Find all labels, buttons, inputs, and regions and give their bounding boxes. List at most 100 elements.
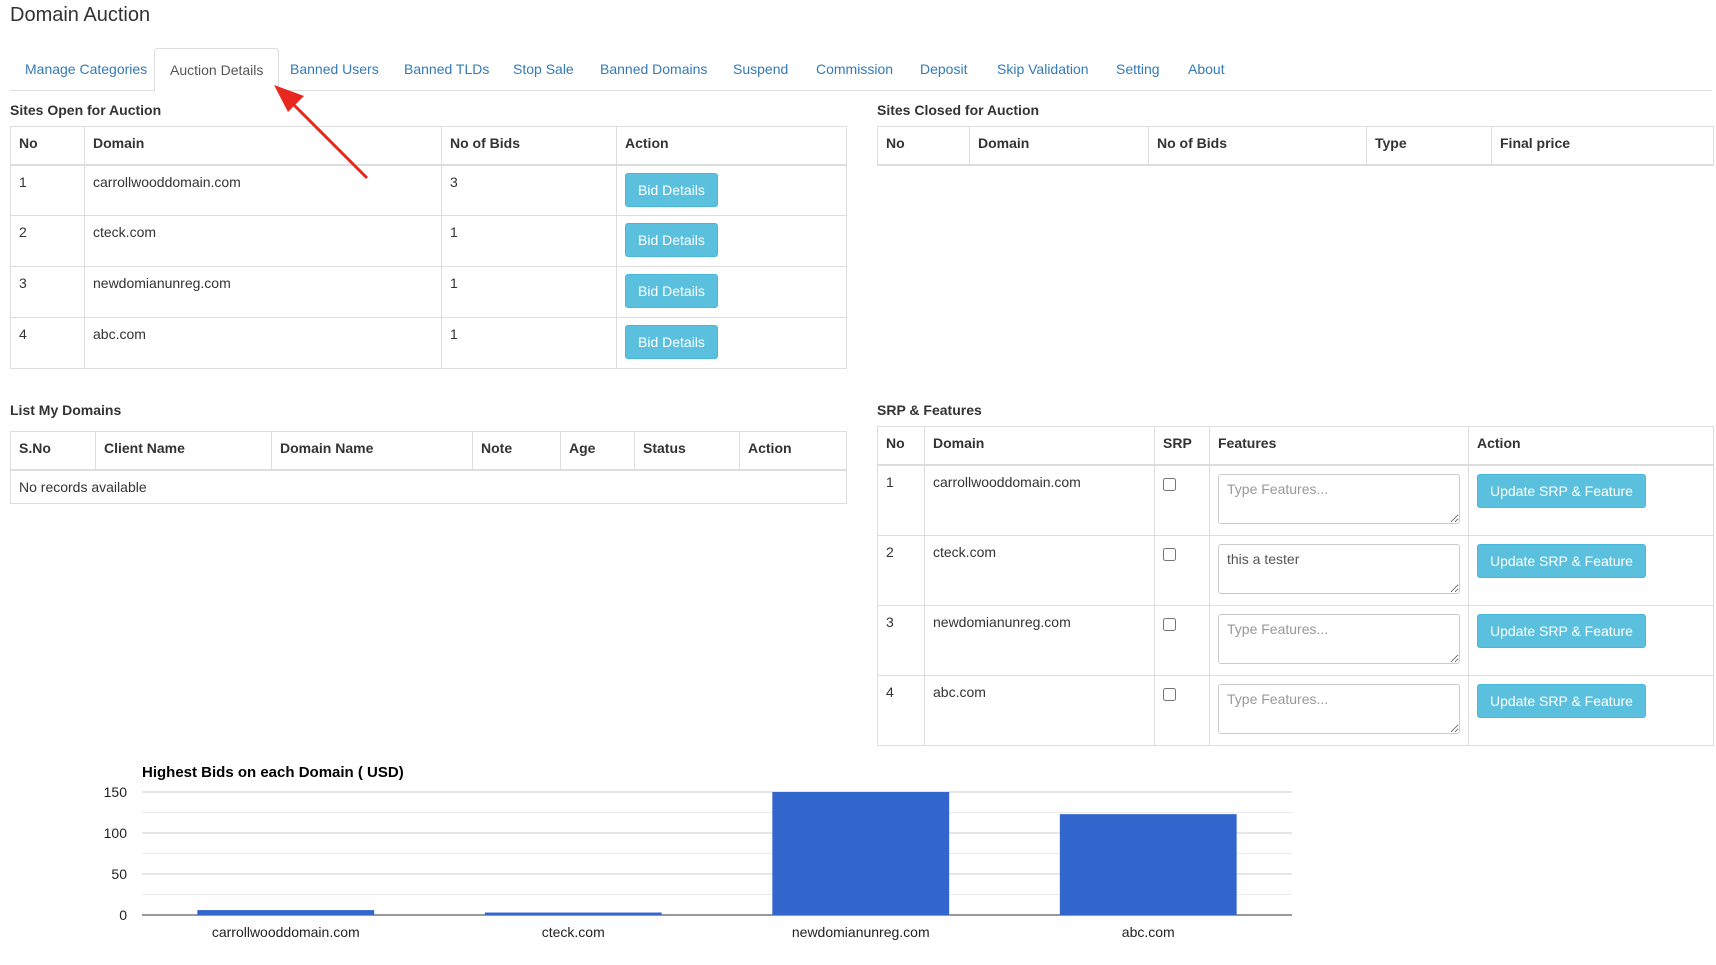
page-title: Domain Auction bbox=[10, 4, 151, 26]
bid-details-button[interactable]: Bid Details bbox=[625, 325, 718, 359]
row-domain: newdomianunreg.com bbox=[84, 266, 442, 318]
chart-bar[interactable] bbox=[772, 792, 950, 915]
col-header-action: Action bbox=[739, 431, 847, 471]
row-no: 2 bbox=[10, 215, 85, 267]
row-no: 4 bbox=[10, 317, 85, 369]
col-header-no-of-bids: No of Bids bbox=[441, 126, 617, 166]
col-header-action: Action bbox=[616, 126, 847, 166]
col-header-no: No bbox=[877, 426, 925, 466]
update-srp-feature-button[interactable]: Update SRP & Feature bbox=[1477, 473, 1646, 508]
row-bids: 1 bbox=[441, 215, 617, 267]
row-bids: 1 bbox=[441, 266, 617, 318]
tab-skip-validation[interactable]: Skip Validation bbox=[982, 48, 1104, 91]
row-bids: 1 bbox=[441, 317, 617, 369]
col-header-domain: Domain bbox=[969, 126, 1149, 166]
srp-cell bbox=[1154, 604, 1210, 676]
update-srp-feature-button[interactable]: Update SRP & Feature bbox=[1477, 683, 1646, 718]
features-input[interactable] bbox=[1218, 613, 1460, 664]
chart-y-tick-label: 100 bbox=[104, 825, 128, 841]
chart-y-tick-label: 50 bbox=[111, 866, 127, 882]
row-action-cell: Update SRP & Feature bbox=[1468, 674, 1714, 746]
row-action-cell: Update SRP & Feature bbox=[1468, 464, 1714, 536]
table-row: 3 newdomianunreg.com 1 Bid Details bbox=[10, 266, 847, 318]
chart-x-tick-label: newdomianunreg.com bbox=[792, 924, 930, 940]
empty-row: No records available bbox=[10, 469, 847, 504]
srp-checkbox[interactable] bbox=[1163, 687, 1176, 701]
srp-checkbox[interactable] bbox=[1163, 477, 1176, 491]
chart-y-axis: 0 50 100 150 bbox=[104, 784, 128, 923]
table-row: 4 abc.com 1 Bid Details bbox=[10, 317, 847, 369]
table-row: 2 cteck.com 1 Bid Details bbox=[10, 215, 847, 267]
col-header-client-name: Client Name bbox=[95, 431, 272, 471]
row-no: 4 bbox=[877, 674, 925, 746]
srp-checkbox[interactable] bbox=[1163, 547, 1176, 561]
bid-details-button[interactable]: Bid Details bbox=[625, 223, 718, 257]
open-auction-table: No Domain No of Bids Action 1 carrollwoo… bbox=[10, 126, 847, 369]
chart-bar[interactable] bbox=[484, 912, 662, 915]
row-domain: newdomianunreg.com bbox=[924, 604, 1155, 676]
row-action-cell: Update SRP & Feature bbox=[1468, 604, 1714, 676]
row-action-cell: Bid Details bbox=[616, 266, 847, 318]
tab-setting[interactable]: Setting bbox=[1101, 48, 1175, 91]
col-header-no: No bbox=[877, 126, 970, 166]
chart-bar[interactable] bbox=[197, 910, 375, 915]
tab-banned-domains[interactable]: Banned Domains bbox=[585, 48, 722, 91]
tab-deposit[interactable]: Deposit bbox=[905, 48, 982, 91]
features-cell bbox=[1209, 674, 1469, 746]
features-input[interactable] bbox=[1218, 473, 1460, 524]
col-header-no: No bbox=[10, 126, 85, 166]
features-cell bbox=[1209, 604, 1469, 676]
chart-y-tick-label: 0 bbox=[119, 907, 127, 923]
features-input[interactable] bbox=[1218, 683, 1460, 734]
row-action-cell: Bid Details bbox=[616, 164, 847, 216]
nav-tabs: Manage Categories Auction Details Banned… bbox=[10, 48, 1712, 92]
col-header-no-of-bids: No of Bids bbox=[1148, 126, 1367, 166]
chart-svg: Highest Bids on each Domain ( USD) 0 50 10… bbox=[104, 764, 1292, 940]
col-header-action: Action bbox=[1468, 426, 1714, 466]
features-cell bbox=[1209, 534, 1469, 606]
row-action-cell: Bid Details bbox=[616, 215, 847, 267]
row-no: 2 bbox=[877, 534, 925, 606]
row-domain: abc.com bbox=[84, 317, 442, 369]
highest-bids-chart: Highest Bids on each Domain ( USD) 0 50 10… bbox=[0, 750, 1716, 962]
row-action-cell: Bid Details bbox=[616, 317, 847, 369]
closed-auction-table: No Domain No of Bids Type Final price bbox=[877, 126, 1714, 166]
tab-banned-users[interactable]: Banned Users bbox=[275, 48, 394, 91]
col-header-features: Features bbox=[1209, 426, 1469, 466]
table-row: 1 carrollwooddomain.com Update SRP & Fea… bbox=[877, 464, 1714, 536]
update-srp-feature-button[interactable]: Update SRP & Feature bbox=[1477, 613, 1646, 648]
my-domains-table: S.No Client Name Domain Name Note Age St… bbox=[10, 431, 847, 504]
row-no: 3 bbox=[877, 604, 925, 676]
srp-checkbox[interactable] bbox=[1163, 617, 1176, 631]
col-header-final-price: Final price bbox=[1491, 126, 1714, 166]
bid-details-button[interactable]: Bid Details bbox=[625, 172, 718, 207]
row-domain: cteck.com bbox=[924, 534, 1155, 606]
tab-stop-sale[interactable]: Stop Sale bbox=[498, 48, 589, 91]
tab-suspend[interactable]: Suspend bbox=[718, 48, 803, 91]
row-domain: cteck.com bbox=[84, 215, 442, 267]
tab-commission[interactable]: Commission bbox=[801, 48, 908, 91]
update-srp-feature-button[interactable]: Update SRP & Feature bbox=[1477, 543, 1646, 578]
col-header-domain: Domain bbox=[924, 426, 1155, 466]
tab-banned-tlds[interactable]: Banned TLDs bbox=[389, 48, 504, 91]
srp-cell bbox=[1154, 534, 1210, 606]
bid-details-button[interactable]: Bid Details bbox=[625, 274, 718, 308]
col-header-type: Type bbox=[1366, 126, 1492, 166]
tab-about[interactable]: About bbox=[1173, 48, 1240, 91]
col-header-note: Note bbox=[472, 431, 561, 471]
row-bids: 3 bbox=[441, 164, 617, 216]
chart-bar[interactable] bbox=[1059, 814, 1237, 915]
chart-x-tick-label: abc.com bbox=[1122, 924, 1175, 940]
tab-auction-details[interactable]: Auction Details bbox=[154, 48, 280, 92]
features-input[interactable] bbox=[1218, 543, 1460, 594]
row-domain: carrollwooddomain.com bbox=[84, 164, 442, 216]
chart-x-tick-label: carrollwooddomain.com bbox=[212, 924, 360, 940]
col-header-domain: Domain bbox=[84, 126, 442, 166]
chart-title: Highest Bids on each Domain ( USD) bbox=[142, 764, 404, 781]
row-no: 3 bbox=[10, 266, 85, 318]
row-no: 1 bbox=[10, 164, 85, 216]
tab-manage-categories[interactable]: Manage Categories bbox=[10, 48, 162, 91]
chart-y-tick-label: 150 bbox=[104, 784, 128, 800]
features-cell bbox=[1209, 464, 1469, 536]
my-domains-title: List My Domains bbox=[10, 402, 122, 418]
